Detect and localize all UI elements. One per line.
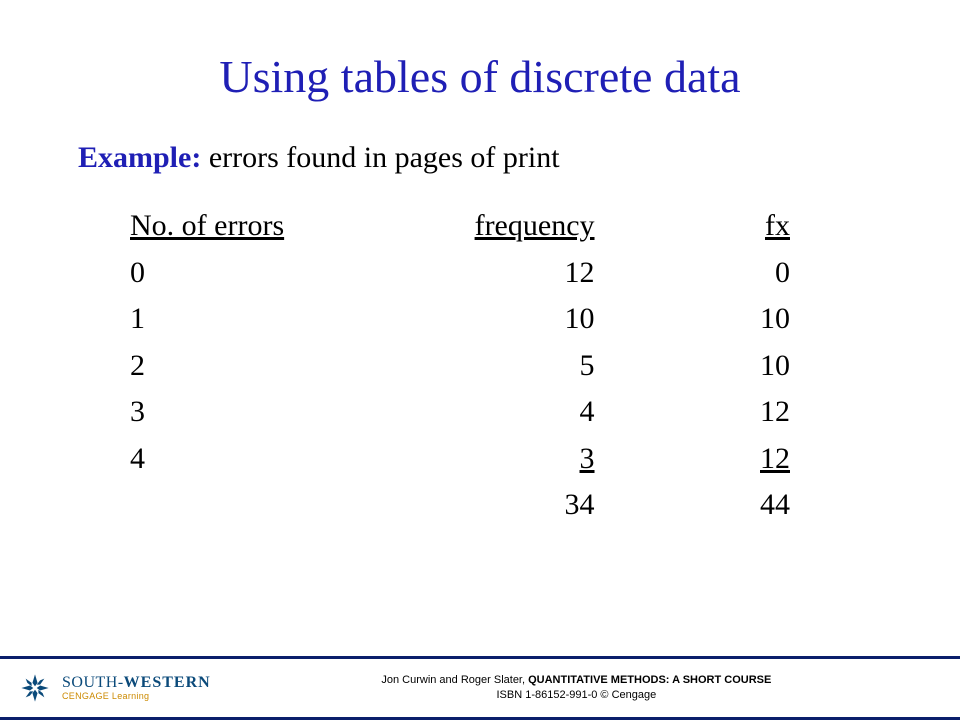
cell-frequency: 10 (401, 296, 655, 343)
example-label: Example: (78, 141, 201, 174)
total-fx: 44 (655, 482, 830, 529)
cell-errors: 0 (130, 250, 401, 297)
table-header-row: No. of errors frequency fx (130, 203, 830, 250)
header-errors: No. of errors (130, 203, 401, 250)
cell-empty (130, 482, 401, 529)
credit-isbn: ISBN 1-86152-991-0 © Cengage (211, 688, 942, 703)
cell-fx: 12 (655, 389, 830, 436)
table-row: 4 3 12 (130, 436, 830, 483)
table-total-row: 34 44 (130, 482, 830, 529)
total-frequency: 34 (401, 482, 655, 529)
brand-name: SOUTH-WESTERN (62, 675, 211, 692)
example-desc: errors found in pages of print (201, 141, 559, 174)
cell-frequency: 4 (401, 389, 655, 436)
credit-authors: Jon Curwin and Roger Slater, (381, 674, 528, 686)
star-icon (18, 671, 52, 705)
cell-errors: 1 (130, 296, 401, 343)
cell-fx: 0 (655, 250, 830, 297)
example-line: Example: errors found in pages of print (70, 141, 890, 175)
brand-sub: CENGAGE Learning (62, 692, 211, 701)
header-frequency: frequency (401, 203, 655, 250)
cell-errors: 4 (130, 436, 401, 483)
cell-errors: 2 (130, 343, 401, 390)
cell-frequency: 5 (401, 343, 655, 390)
data-table: No. of errors frequency fx 0 12 0 1 10 1… (130, 203, 830, 529)
credit-text: Jon Curwin and Roger Slater, QUANTITATIV… (211, 673, 942, 704)
publisher-logo: SOUTH-WESTERN CENGAGE Learning (18, 671, 211, 705)
table-row: 1 10 10 (130, 296, 830, 343)
credit-title: QUANTITATIVE METHODS: A SHORT COURSE (528, 674, 771, 686)
slide-title: Using tables of discrete data (70, 50, 890, 103)
cell-fx: 10 (655, 296, 830, 343)
table-row: 0 12 0 (130, 250, 830, 297)
table-row: 2 5 10 (130, 343, 830, 390)
cell-fx: 10 (655, 343, 830, 390)
table-row: 3 4 12 (130, 389, 830, 436)
cell-frequency: 3 (401, 436, 655, 483)
footer: SOUTH-WESTERN CENGAGE Learning Jon Curwi… (0, 656, 960, 720)
cell-fx: 12 (655, 436, 830, 483)
cell-frequency: 12 (401, 250, 655, 297)
header-fx: fx (655, 203, 830, 250)
cell-errors: 3 (130, 389, 401, 436)
